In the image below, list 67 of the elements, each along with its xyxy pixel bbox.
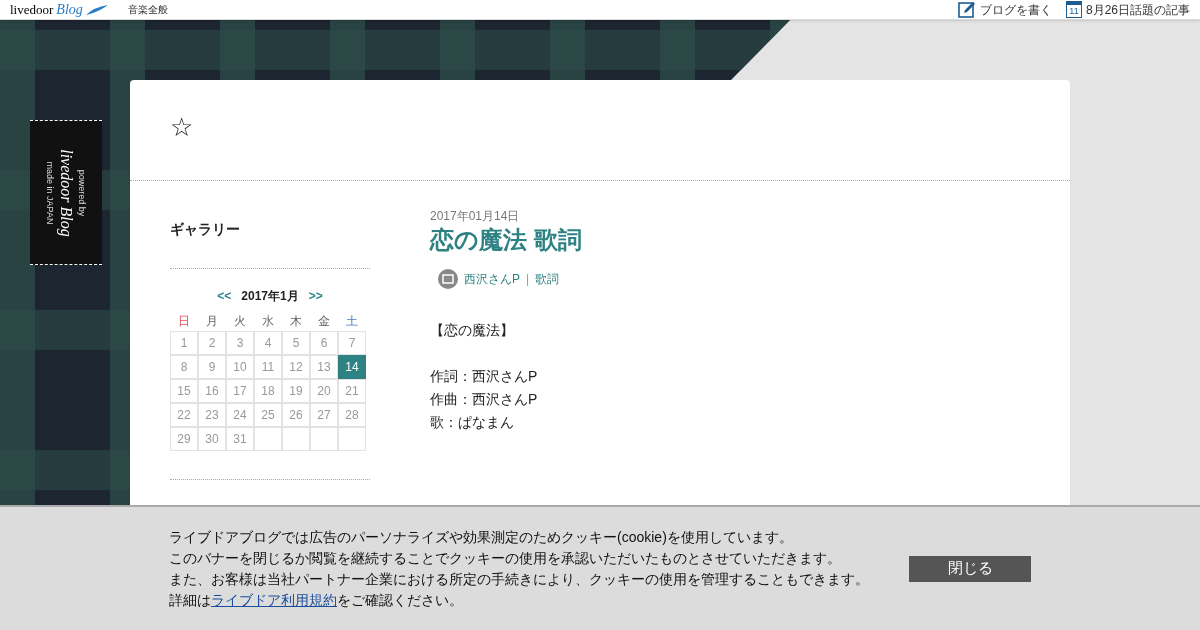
- weekday-label: 木: [289, 313, 303, 330]
- gallery-heading: ギャラリー: [170, 219, 370, 269]
- calendar-day[interactable]: 25: [254, 403, 282, 427]
- calendar-day[interactable]: 5: [282, 331, 310, 355]
- calendar-day[interactable]: 31: [226, 427, 254, 451]
- calendar-day[interactable]: 8: [170, 355, 198, 379]
- weekday-label: 水: [261, 313, 275, 330]
- calendar-day[interactable]: 7: [338, 331, 366, 355]
- weekday-label: 火: [233, 313, 247, 330]
- write-blog-link[interactable]: ブログを書く: [957, 0, 1052, 19]
- close-button[interactable]: 閉じる: [909, 555, 1031, 582]
- badge-text: made in JAPAN: [44, 161, 56, 224]
- folder-icon: [438, 269, 458, 289]
- calendar-day[interactable]: 24: [226, 403, 254, 427]
- calendar-day[interactable]: 2: [198, 331, 226, 355]
- lyrics-line: 歌：ぱなまん: [430, 413, 515, 432]
- calendar-day[interactable]: 27: [310, 403, 338, 427]
- blog-title[interactable]: ☆: [170, 112, 193, 142]
- previous-month-link[interactable]: <<: [217, 287, 232, 305]
- badge-text: livedoor Blog: [56, 148, 76, 237]
- calendar-day[interactable]: 23: [198, 403, 226, 427]
- article-date: 2017年01月14日: [430, 208, 521, 225]
- calendar-day[interactable]: 19: [282, 379, 310, 403]
- badge-text: powered by: [76, 169, 88, 216]
- calendar-day[interactable]: 30: [198, 427, 226, 451]
- terms-link[interactable]: ライブドア利用規約: [211, 591, 337, 608]
- empty-calendar-cell: [338, 427, 366, 451]
- weekday-label: 土: [345, 313, 359, 330]
- calendar-day[interactable]: 9: [198, 355, 226, 379]
- calendar-day[interactable]: 1: [170, 331, 198, 355]
- calendar-month: 2017年1月: [241, 288, 299, 305]
- category-separator: |: [526, 271, 530, 288]
- livedoor-blog-logo[interactable]: livedoor Blog: [10, 0, 108, 20]
- empty-calendar-cell: [310, 427, 338, 451]
- calendar-day[interactable]: 21: [338, 379, 366, 403]
- calendar-day[interactable]: 29: [170, 427, 198, 451]
- calendar-day[interactable]: 16: [198, 379, 226, 403]
- calendar-day[interactable]: 4: [254, 331, 282, 355]
- calendar-day[interactable]: 26: [282, 403, 310, 427]
- calendar-day[interactable]: 17: [226, 379, 254, 403]
- calendar-day[interactable]: 6: [310, 331, 338, 355]
- calendar-day[interactable]: 13: [310, 355, 338, 379]
- article-title[interactable]: 恋の魔法 歌詞: [430, 225, 582, 255]
- category-link[interactable]: 音楽全般: [127, 2, 168, 17]
- category-link[interactable]: 歌詞: [535, 270, 560, 288]
- calendar-day[interactable]: 11: [254, 355, 282, 379]
- calendar-day[interactable]: 15: [170, 379, 198, 403]
- weekday-label: 日: [177, 313, 191, 330]
- calendar-day[interactable]: 20: [310, 379, 338, 403]
- empty-calendar-cell: [282, 427, 310, 451]
- category-link[interactable]: 西沢さんP: [464, 270, 520, 288]
- calendar-day[interactable]: 22: [170, 403, 198, 427]
- weekday-label: 金: [317, 313, 331, 330]
- calendar-day[interactable]: 14: [338, 355, 366, 379]
- lyrics-line: 作詞：西沢さんP: [430, 367, 539, 386]
- calendar-day[interactable]: 28: [338, 403, 366, 427]
- calendar-day[interactable]: 18: [254, 379, 282, 403]
- lyrics-line: 【恋の魔法】: [430, 321, 515, 340]
- calendar-day[interactable]: 12: [282, 355, 310, 379]
- weekday-label: 月: [205, 313, 219, 330]
- calendar-day[interactable]: 3: [226, 331, 254, 355]
- cookie-notice: ライブドアブログでは広告のパーソナライズや効果測定のためクッキー(cookie)を使用しています。 このバナーを閉じるか閲覧を継続することでクッキーの使用を承認いただいたものとさせていただきます。 また、お客様は当社パートナー企業における所定の手続きにより、クッキーの使用を管理することもできます。 詳細はライブドア利用規約をご確認ください。: [169, 527, 869, 610]
- pencil-icon: [957, 0, 976, 19]
- calendar-day[interactable]: 10: [226, 355, 254, 379]
- lyrics-line: 作曲：西沢さんP: [430, 390, 539, 409]
- empty-calendar-cell: [254, 427, 282, 451]
- next-month-link[interactable]: >>: [308, 287, 323, 305]
